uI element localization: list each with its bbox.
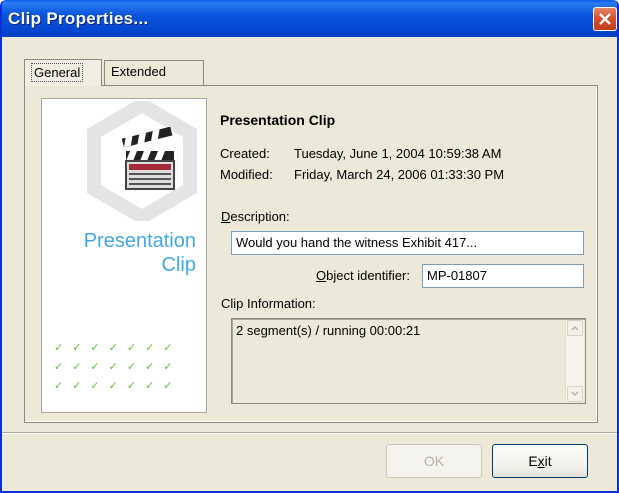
clip-name-heading: Presentation Clip xyxy=(220,112,336,128)
clip-info-scrollbar[interactable] xyxy=(565,320,584,402)
preview-checkmarks: ✓✓✓✓✓✓✓ ✓✓✓✓✓✓✓ ✓✓✓✓✓✓✓ xyxy=(54,339,204,396)
exit-label-accel: x xyxy=(537,453,545,469)
object-identifier-label: Object identifier: xyxy=(316,268,410,283)
scroll-up-button[interactable] xyxy=(567,320,583,336)
created-label: Created: xyxy=(220,146,270,161)
object-identifier-label-accel: O xyxy=(316,268,327,283)
exit-label-pre: E xyxy=(528,453,538,469)
window-title: Clip Properties... xyxy=(8,9,149,28)
clip-properties-dialog: Clip Properties... General Extended Pres… xyxy=(0,0,619,493)
scroll-down-button[interactable] xyxy=(567,386,583,402)
clapperboard-icon xyxy=(121,127,175,190)
tab-extended-label: Extended xyxy=(111,64,166,79)
ok-button[interactable]: OK xyxy=(386,444,482,478)
clip-preview: Presentation Clip ✓✓✓✓✓✓✓ ✓✓✓✓✓✓✓ ✓✓✓✓✓✓… xyxy=(41,98,207,413)
modified-label: Modified: xyxy=(220,167,273,182)
check-row-1: ✓✓✓✓✓✓✓ xyxy=(54,342,182,354)
modified-value: Friday, March 24, 2006 01:33:30 PM xyxy=(294,167,505,182)
preview-title-line2: Clip xyxy=(161,254,196,276)
created-value: Tuesday, June 1, 2004 10:59:38 AM xyxy=(294,146,502,161)
description-field[interactable]: Would you hand the witness Exhibit 417..… xyxy=(231,231,584,255)
check-row-3: ✓✓✓✓✓✓✓ xyxy=(54,380,182,392)
description-label-text: escription: xyxy=(230,209,290,224)
close-icon xyxy=(599,13,611,25)
description-label: Description: xyxy=(221,209,290,224)
preview-title-line1: Presentation xyxy=(83,230,196,252)
button-separator xyxy=(2,432,617,433)
clip-information-label: Clip Information: xyxy=(221,296,316,311)
clip-information-text: 2 segment(s) / running 00:00:21 xyxy=(236,323,421,338)
exit-label-post: it xyxy=(544,453,552,469)
object-identifier-label-text: bject identifier: xyxy=(326,268,410,283)
tab-extended[interactable]: Extended xyxy=(104,60,204,85)
close-button[interactable] xyxy=(593,7,617,31)
chevron-down-icon xyxy=(571,391,579,397)
title-bar[interactable]: Clip Properties... xyxy=(2,0,617,37)
exit-button[interactable]: Exit xyxy=(492,444,588,478)
object-identifier-field[interactable]: MP-01807 xyxy=(422,264,584,288)
tab-general-label: General xyxy=(31,63,84,82)
check-row-2: ✓✓✓✓✓✓✓ xyxy=(54,361,182,373)
clip-information-box[interactable]: 2 segment(s) / running 00:00:21 xyxy=(231,318,586,404)
tab-general[interactable]: General xyxy=(24,59,102,86)
preview-title: Presentation Clip xyxy=(46,229,196,277)
description-label-accel: D xyxy=(221,209,231,224)
chevron-up-icon xyxy=(571,325,579,331)
